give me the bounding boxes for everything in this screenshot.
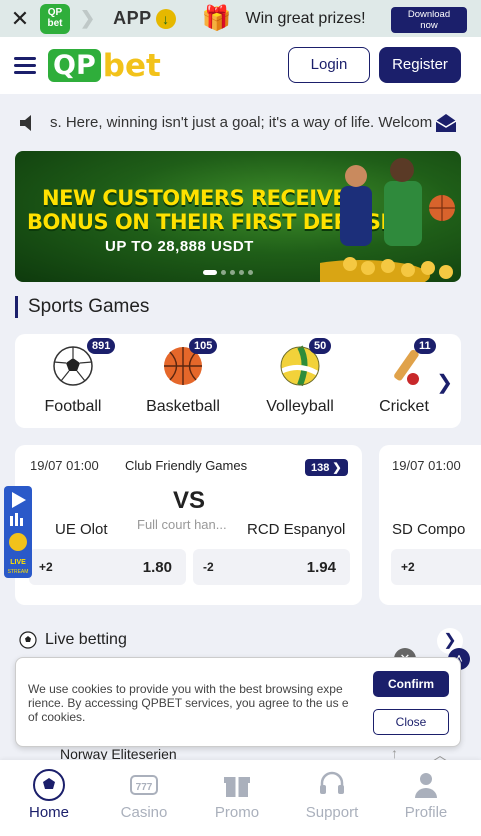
carousel-dots[interactable] bbox=[203, 270, 253, 275]
gift-icon: 🎁 bbox=[201, 5, 232, 32]
cookie-consent-dialog: We use cookies to provide you with the b… bbox=[15, 657, 461, 747]
app-download-banner: ✕ QP bet ❯ APP ↓ 🎁 Win great prizes! Dow… bbox=[0, 0, 481, 37]
arrow-up-icon: ↑ bbox=[391, 745, 398, 761]
athletes-illustration bbox=[320, 158, 455, 282]
download-label-1: Download bbox=[407, 9, 451, 20]
speaker-icon bbox=[20, 115, 31, 131]
marquee-text: s. Here, winning isn't just a goal; it's… bbox=[50, 114, 433, 131]
match-status: Full court han... bbox=[137, 517, 227, 532]
sport-volleyball[interactable]: 50 Volleyball bbox=[250, 334, 350, 428]
away-team: RCD Espanyol bbox=[247, 521, 346, 538]
slot-777-icon: 777 bbox=[130, 775, 158, 795]
menu-icon[interactable] bbox=[14, 53, 36, 78]
cricket-label: Cricket bbox=[379, 398, 429, 415]
nav-profile-label: Profile bbox=[404, 804, 448, 821]
basketball-label: Basketball bbox=[146, 398, 220, 415]
odds-button-away[interactable]: -2 1.94 bbox=[193, 549, 350, 585]
home-team: UE Olot bbox=[55, 521, 108, 538]
sports-categories: 891 Football 105 Basketball 50 Volleybal… bbox=[15, 334, 461, 428]
site-logo[interactable]: QP bet bbox=[48, 48, 161, 84]
mini-logo-top: QP bbox=[47, 6, 63, 18]
chevron-up-icon[interactable]: ︿ bbox=[433, 745, 447, 761]
live-stream-widget[interactable]: LIVE STREAM bbox=[4, 486, 32, 578]
league-name: Norway Eliteserien bbox=[60, 746, 177, 761]
nav-casino-label: Casino bbox=[120, 804, 168, 821]
download-now-button[interactable]: Download now bbox=[391, 7, 467, 33]
football-count-badge: 891 bbox=[87, 338, 116, 354]
odds-price: 1.80 bbox=[142, 559, 172, 576]
download-label-2: now bbox=[420, 20, 438, 31]
volleyball-count-badge: 50 bbox=[309, 338, 332, 354]
match-card[interactable]: 19/07 01:00 SD Compo +2 bbox=[379, 445, 481, 605]
nav-promo[interactable]: Promo bbox=[189, 760, 285, 836]
basketball-count-badge: 105 bbox=[189, 338, 218, 354]
odds-button-home[interactable]: +2 1.80 bbox=[29, 549, 186, 585]
sport-football[interactable]: 891 Football bbox=[23, 334, 123, 428]
nav-casino[interactable]: 777 Casino bbox=[96, 760, 192, 836]
svg-text:777: 777 bbox=[136, 782, 153, 793]
promo-text: Win great prizes! bbox=[245, 9, 366, 27]
market-count: 138 bbox=[311, 462, 330, 474]
odds-price: 1.94 bbox=[306, 559, 336, 576]
league-row[interactable]: Norway Eliteserien ↑ ︿ bbox=[15, 745, 461, 761]
headset-icon bbox=[320, 771, 344, 794]
odds-button-home[interactable]: +2 bbox=[391, 549, 481, 585]
nav-home[interactable]: Home bbox=[1, 760, 97, 836]
mail-icon[interactable] bbox=[434, 112, 458, 134]
odds-handicap: -2 bbox=[203, 560, 214, 574]
nav-support-label: Support bbox=[305, 804, 359, 821]
banner-subline: UP TO 28,888 USDT bbox=[105, 238, 254, 255]
market-count-badge[interactable]: 138 ❯ bbox=[305, 459, 348, 476]
logo-qp: QP bbox=[48, 49, 101, 82]
close-button[interactable]: Close bbox=[373, 709, 449, 735]
svg-text:LIVE: LIVE bbox=[10, 559, 26, 566]
register-button[interactable]: Register bbox=[379, 47, 461, 83]
nav-support[interactable]: Support bbox=[284, 760, 380, 836]
match-date: 19/07 01:00 bbox=[30, 458, 99, 473]
football-icon bbox=[33, 769, 65, 801]
cookie-message: We use cookies to provide you with the b… bbox=[28, 682, 349, 724]
user-icon bbox=[415, 773, 437, 798]
promo-banner[interactable]: NEW CUSTOMERS RECEIVE A BONUS ON THEIR F… bbox=[15, 151, 461, 282]
volleyball-label: Volleyball bbox=[266, 398, 334, 415]
chevron-right-icon: ❯ bbox=[80, 8, 96, 28]
chevron-right-icon[interactable]: ❯ bbox=[436, 370, 453, 395]
app-mini-logo: QP bet bbox=[40, 3, 70, 34]
live-betting-label: Live betting bbox=[45, 631, 127, 648]
football-icon bbox=[53, 346, 93, 386]
nav-profile[interactable]: Profile bbox=[378, 760, 474, 836]
svg-text:STREAM: STREAM bbox=[8, 569, 29, 575]
cricket-count-badge: 11 bbox=[414, 338, 436, 354]
mini-logo-bottom: bet bbox=[47, 17, 63, 29]
football-label: Football bbox=[44, 398, 102, 415]
login-button[interactable]: Login bbox=[288, 47, 370, 83]
match-card[interactable]: 19/07 01:00 Club Friendly Games 138 ❯ VS… bbox=[15, 445, 362, 605]
home-team: SD Compo bbox=[392, 521, 466, 538]
logo-bet: bet bbox=[102, 47, 161, 84]
app-label: APP bbox=[113, 8, 152, 28]
match-league: Club Friendly Games bbox=[125, 458, 248, 473]
bottom-navigation: Home 777 Casino Promo Support Profile bbox=[0, 760, 481, 836]
announcement-marquee: s. Here, winning isn't just a goal; it's… bbox=[0, 104, 481, 140]
download-arrow-icon: ↓ bbox=[155, 8, 176, 29]
close-icon[interactable]: ✕ bbox=[0, 6, 40, 32]
odds-handicap: +2 bbox=[39, 560, 53, 574]
vs-label: VS bbox=[173, 487, 206, 514]
match-date: 19/07 01:00 bbox=[392, 458, 461, 473]
nav-promo-label: Promo bbox=[214, 804, 260, 821]
football-icon bbox=[19, 631, 37, 649]
site-header: QP bet Login Register bbox=[0, 37, 481, 94]
sport-basketball[interactable]: 105 Basketball bbox=[133, 334, 233, 428]
odds-handicap: +2 bbox=[401, 560, 415, 574]
gift-icon bbox=[224, 777, 250, 797]
nav-home-label: Home bbox=[28, 804, 69, 821]
sports-games-title: Sports Games bbox=[15, 296, 149, 318]
confirm-button[interactable]: Confirm bbox=[373, 671, 449, 697]
